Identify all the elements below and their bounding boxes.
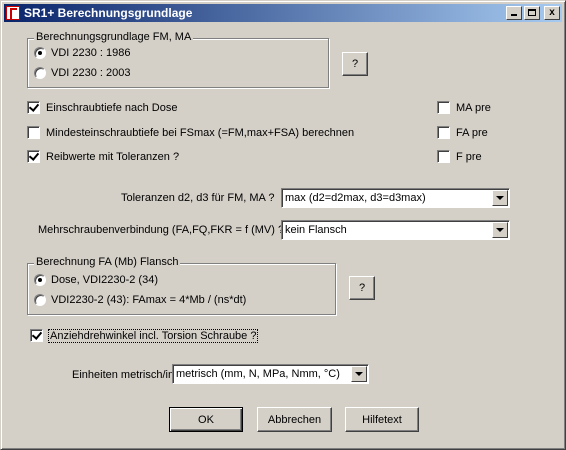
checkbox-label: FA pre bbox=[456, 126, 488, 139]
checkbox-indicator[interactable] bbox=[437, 126, 450, 139]
close-button[interactable]: x bbox=[544, 6, 560, 20]
toleranzen-label: Toleranzen d2, d3 für FM, MA ? bbox=[121, 192, 275, 204]
check-mindesteinschraubtiefe[interactable]: Mindesteinschraubtiefe bei FSmax (=FM,ma… bbox=[27, 126, 354, 139]
radio-indicator[interactable] bbox=[34, 67, 46, 79]
checkbox-label: Einschraubtiefe nach Dose bbox=[46, 101, 178, 114]
group-legend: Berechnung FA (Mb) Flansch bbox=[34, 256, 181, 268]
radio-label: VDI 2230 : 2003 bbox=[51, 67, 131, 79]
group-legend: Berechnungsgrundlage FM, MA bbox=[34, 31, 194, 43]
maximize-button[interactable] bbox=[524, 6, 540, 20]
help-fm-ma-button[interactable]: ? bbox=[342, 52, 368, 76]
checkbox-indicator[interactable] bbox=[27, 126, 40, 139]
radio-vdi-43[interactable]: VDI2230-2 (43): FAmax = 4*Mb / (ns*dt) bbox=[34, 294, 246, 306]
einheiten-select[interactable]: metrisch (mm, N, MPa, Nmm, °C) bbox=[172, 364, 369, 384]
radio-label: VDI2230-2 (43): FAmax = 4*Mb / (ns*dt) bbox=[51, 294, 247, 306]
select-value: kein Flansch bbox=[285, 224, 347, 236]
radio-indicator[interactable] bbox=[34, 47, 46, 59]
check-reibwerte[interactable]: Reibwerte mit Toleranzen ? bbox=[27, 150, 179, 163]
chevron-down-icon[interactable] bbox=[492, 222, 508, 238]
checkbox-label: Reibwerte mit Toleranzen ? bbox=[46, 150, 180, 163]
radio-vdi-2003[interactable]: VDI 2230 : 2003 bbox=[34, 67, 131, 79]
checkbox-indicator[interactable] bbox=[30, 329, 43, 342]
window-title: SR1+ Berechnungsgrundlage bbox=[24, 6, 193, 20]
ok-button[interactable]: OK bbox=[169, 407, 243, 432]
checkbox-label: F pre bbox=[456, 150, 482, 163]
group-berechnung-fa: Berechnung FA (Mb) Flansch bbox=[27, 256, 336, 315]
mehrschrauben-select[interactable]: kein Flansch bbox=[281, 220, 510, 240]
radio-label: Dose, VDI2230-2 (34) bbox=[51, 274, 158, 286]
check-anziehdrehwinkel[interactable]: Anziehdrehwinkel incl. Torsion Schraube … bbox=[30, 328, 259, 343]
check-ma-pre[interactable]: MA pre bbox=[437, 101, 491, 114]
cancel-button[interactable]: Abbrechen bbox=[257, 407, 332, 432]
minimize-icon bbox=[511, 14, 517, 16]
app-icon bbox=[6, 6, 20, 20]
minimize-button[interactable] bbox=[506, 6, 522, 20]
checkbox-label: Anziehdrehwinkel incl. Torsion Schraube … bbox=[47, 328, 259, 343]
radio-vdi-1986[interactable]: VDI 2230 : 1986 bbox=[34, 47, 131, 59]
chevron-down-icon[interactable] bbox=[492, 190, 508, 206]
check-einschraubtiefe[interactable]: Einschraubtiefe nach Dose bbox=[27, 101, 177, 114]
radio-label: VDI 2230 : 1986 bbox=[51, 47, 131, 59]
toleranzen-select[interactable]: max (d2=d2max, d3=d3max) bbox=[281, 188, 510, 208]
group-berechnungsgrundlage: Berechnungsgrundlage FM, MA bbox=[27, 31, 329, 88]
check-f-pre[interactable]: F pre bbox=[437, 150, 482, 163]
help-fa-button[interactable]: ? bbox=[349, 276, 375, 300]
radio-indicator[interactable] bbox=[34, 294, 46, 306]
checkbox-indicator[interactable] bbox=[27, 150, 40, 163]
checkbox-indicator[interactable] bbox=[437, 150, 450, 163]
checkbox-label: MA pre bbox=[456, 101, 491, 114]
select-value: max (d2=d2max, d3=d3max) bbox=[285, 192, 426, 204]
checkbox-indicator[interactable] bbox=[27, 101, 40, 114]
mehrschrauben-label: Mehrschraubenverbindung (FA,FQ,FKR = f (… bbox=[38, 224, 285, 236]
checkbox-label: Mindesteinschraubtiefe bei FSmax (=FM,ma… bbox=[46, 126, 355, 139]
dialog-window: SR1+ Berechnungsgrundlage x Berechnungsg… bbox=[0, 0, 566, 450]
check-fa-pre[interactable]: FA pre bbox=[437, 126, 488, 139]
title-bar[interactable]: SR1+ Berechnungsgrundlage x bbox=[4, 4, 562, 22]
checkbox-indicator[interactable] bbox=[437, 101, 450, 114]
radio-indicator[interactable] bbox=[34, 274, 46, 286]
hilfetext-button[interactable]: Hilfetext bbox=[345, 407, 419, 432]
maximize-icon bbox=[528, 9, 536, 16]
select-value: metrisch (mm, N, MPa, Nmm, °C) bbox=[176, 368, 340, 380]
chevron-down-icon[interactable] bbox=[351, 366, 367, 382]
radio-dose[interactable]: Dose, VDI2230-2 (34) bbox=[34, 274, 158, 286]
